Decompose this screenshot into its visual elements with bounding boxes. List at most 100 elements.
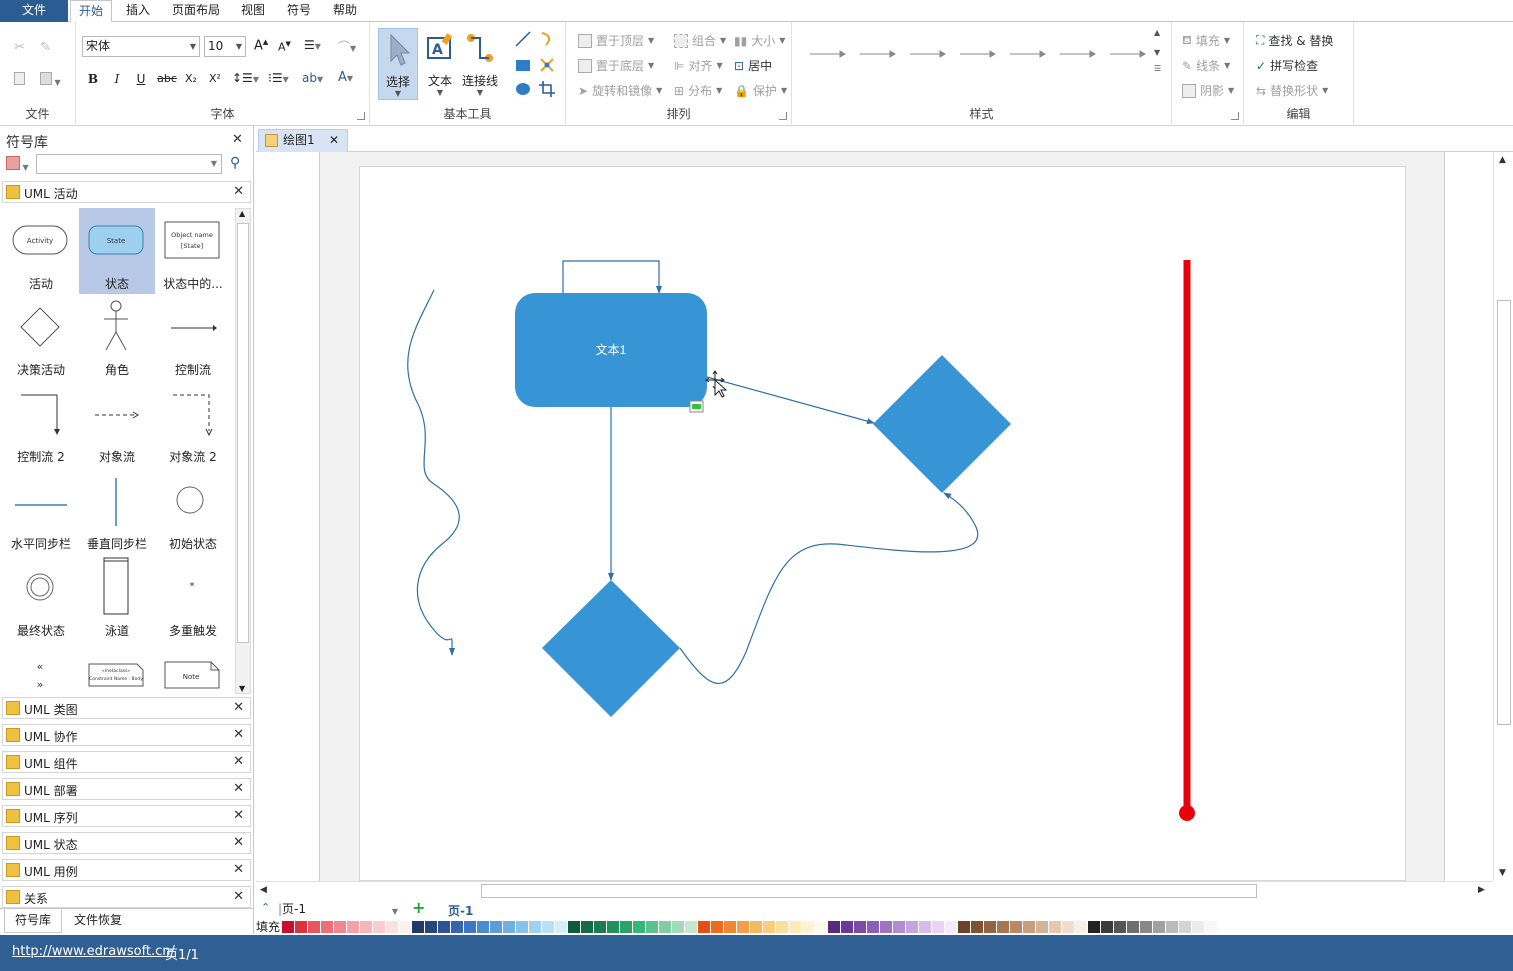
symbol-constraint[interactable]: «metaclass» Constraint Name : Body (79, 642, 155, 692)
color-swatch[interactable] (1010, 921, 1023, 933)
strikethrough-button[interactable]: abc (156, 70, 178, 88)
tab-home[interactable]: 开始 (70, 0, 113, 23)
scroll-left-icon[interactable]: ◀ (260, 885, 267, 895)
symbol-horizontal-sync-bar[interactable]: 水平同步栏 (3, 468, 79, 554)
symbol-vertical-sync-bar[interactable]: 垂直同步栏 (79, 468, 155, 554)
symbol-state[interactable]: State 状态 (79, 208, 155, 294)
font-color-icon[interactable]: A▼ (338, 70, 353, 85)
color-swatch[interactable] (1166, 921, 1179, 933)
color-swatch[interactable] (542, 921, 555, 933)
copy-icon[interactable] (14, 72, 25, 88)
color-swatch[interactable] (321, 921, 334, 933)
library-header-uml-sequence[interactable]: UML 序列 ✕ (2, 805, 251, 827)
color-swatch[interactable] (516, 921, 529, 933)
ellipse-tool-icon[interactable] (514, 80, 532, 101)
color-swatch[interactable] (672, 921, 685, 933)
color-swatch[interactable] (1114, 921, 1127, 933)
symbol-final-state[interactable]: 最终状态 (3, 555, 79, 641)
format-painter-icon[interactable]: ✎ (40, 40, 51, 55)
red-line-endpoint[interactable] (1179, 805, 1195, 821)
color-swatch[interactable] (295, 921, 308, 933)
superscript-button[interactable]: X² (206, 70, 224, 88)
protect-button[interactable]: 🔒 保护 ▼ (734, 82, 787, 99)
send-to-back-button[interactable]: 置于底层 ▼ (578, 57, 654, 74)
library-search-input[interactable]: ▼ (36, 154, 222, 174)
color-swatch[interactable] (633, 921, 646, 933)
freeform-curve[interactable] (407, 289, 460, 656)
font-size-select[interactable]: 10 ▼ (204, 36, 246, 57)
library-scroll-thumb[interactable] (237, 223, 249, 643)
scroll-up-icon[interactable]: ▲ (1499, 155, 1506, 165)
search-icon[interactable]: ⚲ (230, 155, 240, 171)
paste-icon[interactable]: ▼ (40, 72, 61, 88)
line-button[interactable]: ✎ 线条 ▼ (1182, 57, 1230, 74)
color-swatch[interactable] (919, 921, 932, 933)
color-swatch[interactable] (503, 921, 516, 933)
color-swatch[interactable] (490, 921, 503, 933)
connector-tool-button[interactable]: 连接线 ▼ (460, 28, 500, 100)
color-swatch[interactable] (776, 921, 789, 933)
color-swatch[interactable] (854, 921, 867, 933)
horizontal-scrollbar[interactable]: ◀ ▶ (256, 881, 1493, 899)
color-swatch[interactable] (711, 921, 724, 933)
curved-connector[interactable] (679, 492, 979, 685)
document-tab[interactable]: 绘图1 ✕ (258, 129, 348, 152)
color-swatch[interactable] (1062, 921, 1075, 933)
line-spacing-icon[interactable]: ↕☰▼ (232, 71, 259, 85)
undo-shape-icon[interactable]: ⌒▼ (338, 38, 356, 55)
close-library-icon[interactable]: ✕ (233, 808, 244, 823)
library-scrollbar[interactable]: ▲ ▼ (235, 208, 251, 694)
close-panel-icon[interactable]: ✕ (232, 132, 243, 147)
gallery-more-icon[interactable]: ☰ (1154, 64, 1161, 73)
color-swatch[interactable] (555, 921, 568, 933)
scroll-right-icon[interactable]: ▶ (1478, 885, 1485, 895)
color-swatch[interactable] (451, 921, 464, 933)
spell-check-button[interactable]: ✓ 拼写检查 (1256, 57, 1318, 74)
symbol-multi-trigger[interactable]: * 多重触发 (155, 555, 231, 641)
font-name-select[interactable]: 宋体 ▼ (82, 36, 200, 57)
subscript-button[interactable]: X₂ (182, 70, 200, 88)
library-header-uml-class[interactable]: UML 类图 ✕ (2, 697, 251, 719)
color-swatch[interactable] (763, 921, 776, 933)
color-swatch[interactable] (308, 921, 321, 933)
color-swatch[interactable] (971, 921, 984, 933)
library-header-uml-state[interactable]: UML 状态 ✕ (2, 832, 251, 854)
color-swatch[interactable] (880, 921, 893, 933)
color-swatch[interactable] (906, 921, 919, 933)
distribute-button[interactable]: ⊞ 分布 ▼ (674, 82, 722, 99)
tab-symbol-library[interactable]: 符号库 (4, 909, 63, 933)
collapse-pages-icon[interactable]: ⌃ (261, 901, 270, 914)
symbol-object-flow[interactable]: 对象流 (79, 381, 155, 467)
color-swatch[interactable] (841, 921, 854, 933)
color-swatch[interactable] (386, 921, 399, 933)
color-swatch[interactable] (425, 921, 438, 933)
color-swatch[interactable] (685, 921, 698, 933)
color-swatch[interactable] (893, 921, 906, 933)
color-swatch[interactable] (1205, 921, 1218, 933)
color-swatch[interactable] (737, 921, 750, 933)
page-select[interactable]: |页-1 ▼ (278, 902, 400, 918)
color-swatch[interactable] (412, 921, 425, 933)
color-swatch[interactable] (815, 921, 828, 933)
color-swatch[interactable] (620, 921, 633, 933)
connector-to-right-diamond[interactable] (706, 376, 875, 425)
tab-help[interactable]: 帮助 (325, 0, 365, 22)
color-swatch[interactable] (1153, 921, 1166, 933)
point-tool-icon[interactable] (538, 56, 556, 77)
symbol-control-flow-2[interactable]: 控制流 2 (3, 381, 79, 467)
color-swatch[interactable] (1088, 921, 1101, 933)
library-header-uml-component[interactable]: UML 组件 ✕ (2, 751, 251, 773)
tab-insert[interactable]: 插入 (118, 0, 158, 22)
website-link[interactable]: http://www.edrawsoft.cn/ (12, 944, 175, 959)
color-swatch[interactable] (594, 921, 607, 933)
symbol-object-flow-2[interactable]: 对象流 2 (155, 381, 231, 467)
color-swatch[interactable] (399, 921, 412, 933)
symbol-stereotype[interactable]: «» (3, 642, 79, 692)
color-swatch[interactable] (1075, 921, 1088, 933)
color-swatch[interactable] (958, 921, 971, 933)
self-loop-connector[interactable] (562, 260, 662, 294)
color-swatch[interactable] (646, 921, 659, 933)
line-tool-icon[interactable] (514, 30, 532, 51)
color-swatch[interactable] (464, 921, 477, 933)
close-document-icon[interactable]: ✕ (329, 130, 339, 151)
